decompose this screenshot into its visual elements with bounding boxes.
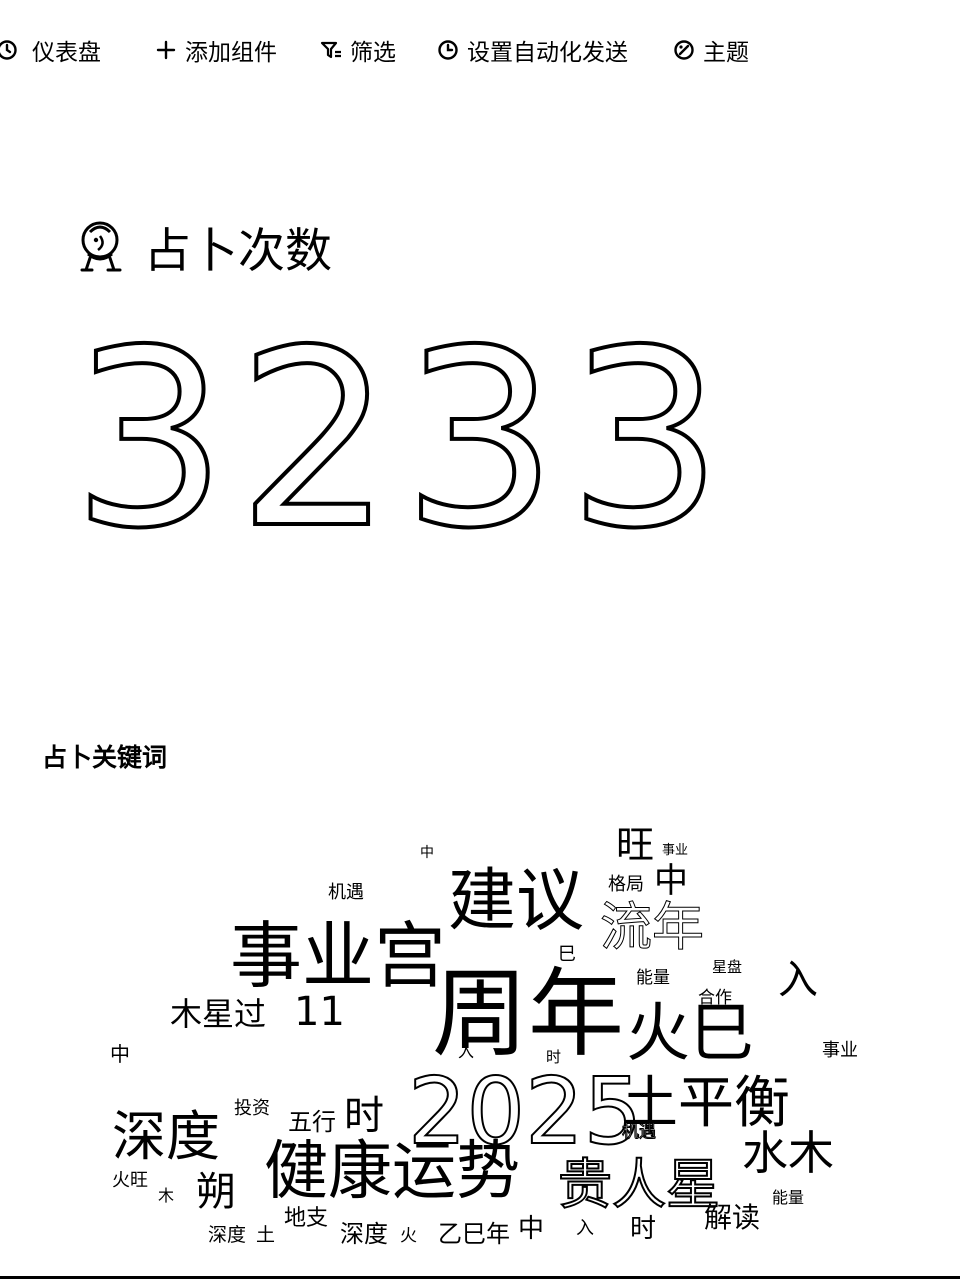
cloud-word: 火: [400, 1226, 417, 1246]
cloud-word: 贵人星: [557, 1153, 721, 1216]
cloud-word: 事业: [822, 1040, 858, 1061]
filter-icon: [318, 37, 344, 63]
cloud-word: 时: [344, 1093, 384, 1139]
cloud-word: 五行: [288, 1108, 336, 1136]
cloud-word: 建议: [448, 862, 585, 941]
cloud-word: 中: [420, 845, 434, 861]
cloud-word: 乙巳年: [438, 1220, 510, 1248]
cloud-word: 11: [294, 989, 345, 1035]
cloud-word: 土: [256, 1224, 276, 1246]
cloud-word: 深度: [340, 1220, 388, 1248]
cloud-word: 时: [630, 1214, 657, 1244]
filter-label: 筛选: [350, 40, 396, 66]
dashboard-button[interactable]: 仪表盘: [0, 30, 101, 70]
cloud-word: 格局: [608, 874, 644, 895]
bottom-divider: [0, 1276, 960, 1279]
clock-icon: [435, 37, 461, 63]
cloud-word: 朔: [196, 1169, 236, 1215]
dashboard-icon: [0, 37, 20, 63]
cloud-word: 事业: [662, 843, 689, 858]
metric-value: 3233: [70, 298, 733, 582]
cloud-word: 中: [110, 1042, 130, 1066]
cloud-word: 流年: [599, 898, 705, 958]
theme-button[interactable]: 主题: [671, 30, 749, 70]
filter-button[interactable]: 筛选: [318, 30, 396, 70]
cloud-word: 中: [654, 861, 688, 901]
theme-label: 主题: [703, 40, 749, 66]
plus-icon: [153, 37, 179, 63]
cloud-word: 合作: [698, 988, 732, 1008]
cloud-word: 旺: [616, 823, 655, 867]
dashboard-label: 仪表盘: [32, 40, 101, 66]
add-widget-label: 添加组件: [185, 40, 277, 66]
cloud-word: 解读: [704, 1201, 761, 1234]
fortune-teller-icon: [76, 218, 128, 274]
cloud-word: 火旺: [112, 1170, 148, 1191]
cloud-word: 入: [778, 957, 818, 1003]
cloud-word: 地支: [284, 1206, 329, 1231]
wordcloud-title: 占卜关键词: [42, 743, 168, 772]
cloud-word: 中: [518, 1214, 545, 1244]
cloud-word: 巳: [558, 944, 576, 965]
add-widget-button[interactable]: 添加组件: [153, 30, 277, 70]
cloud-word: 能量: [636, 968, 670, 988]
cloud-word: 木: [158, 1186, 175, 1205]
cloud-word: 投资: [234, 1098, 270, 1119]
automation-label: 设置自动化发送: [467, 40, 628, 66]
automation-button[interactable]: 设置自动化发送: [435, 30, 628, 70]
cloud-word: 能量: [772, 1188, 805, 1207]
cloud-word: 水木: [742, 1126, 834, 1180]
wordcloud: 周年 2025 事业宫 建议 健康运势 火巳 土平衡 深度 贵人星 流年 水木 …: [0, 780, 960, 1275]
cloud-word: 星盘: [712, 958, 743, 976]
cloud-word: 深度: [208, 1224, 247, 1246]
cloud-word: 健康运势: [264, 1135, 520, 1209]
toolbar: 仪表盘 添加组件 筛选 设置自动化发送 主题: [0, 0, 960, 100]
cloud-word: 事业宫: [230, 914, 447, 998]
cloud-word: 机遇: [622, 1122, 657, 1142]
metric-card-header: 占卜次数: [76, 216, 332, 279]
cloud-word: 入: [576, 1218, 594, 1239]
cloud-word: 机遇: [328, 882, 364, 903]
cloud-word: 时: [546, 1048, 562, 1066]
palette-icon: [671, 37, 697, 63]
metric-title: 占卜次数: [144, 223, 332, 279]
cloud-word: 入: [458, 1042, 475, 1061]
cloud-word: 木星过: [170, 995, 267, 1033]
cloud-word: 深度: [112, 1105, 220, 1168]
cloud-word: 火巳: [626, 997, 754, 1071]
